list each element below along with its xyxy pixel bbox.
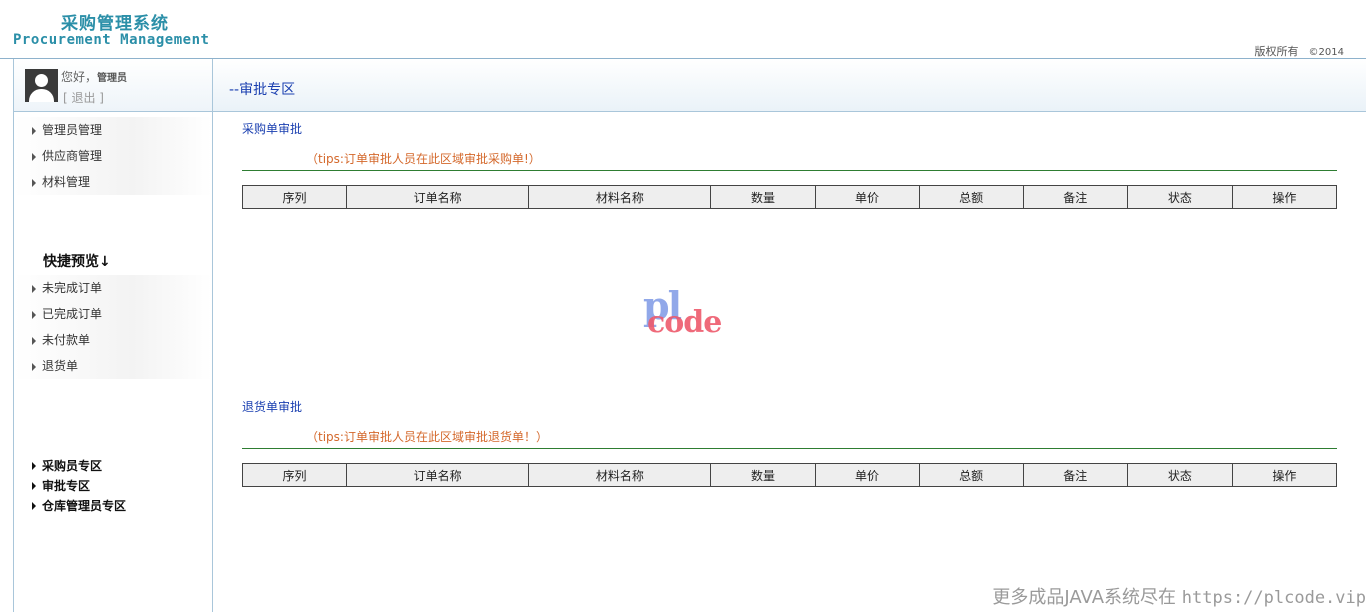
- zone-menu: 采购员专区 审批专区 仓库管理员专区: [14, 456, 212, 516]
- quick-preview-title: 快捷预览↓: [43, 254, 111, 270]
- zone-item-approval[interactable]: 审批专区: [14, 476, 212, 496]
- purchase-table: 序列 订单名称 材料名称 数量 单价 总额 备注 状态 操作: [241, 185, 1338, 209]
- page-title: --审批专区: [229, 82, 296, 98]
- col-header-unit-price[interactable]: 单价: [814, 463, 920, 487]
- col-header-total[interactable]: 总额: [918, 185, 1024, 209]
- sidebar-item-label: 已完成订单: [42, 307, 103, 321]
- col-header-status[interactable]: 状态: [1126, 463, 1233, 487]
- caret-right-icon: [32, 311, 36, 319]
- content-area: --审批专区 采购单审批 （tips:订单审批人员在此区域审批采购单!） 序列 …: [213, 59, 1366, 612]
- zone-item-label: 采购员专区: [42, 459, 103, 473]
- caret-right-icon: [32, 502, 36, 510]
- sidebar-item-unpaid[interactable]: 未付款单: [14, 327, 212, 353]
- col-header-seq[interactable]: 序列: [241, 185, 348, 209]
- col-header-action[interactable]: 操作: [1231, 463, 1338, 487]
- caret-right-icon: [32, 127, 36, 135]
- user-greeting: 您好，管理员: [61, 68, 127, 85]
- zone-item-warehouse[interactable]: 仓库管理员专区: [14, 496, 212, 516]
- purchase-approval-title: 采购单审批: [242, 122, 303, 136]
- caret-right-icon: [32, 337, 36, 345]
- user-box: 您好，管理员 [ 退出 ]: [14, 59, 212, 112]
- caret-right-icon: [32, 482, 36, 490]
- sidebar: 您好，管理员 [ 退出 ] 管理员管理 供应商管理 材料管理 快捷预览↓ 未完成…: [14, 59, 213, 612]
- table-header-row: 序列 订单名称 材料名称 数量 单价 总额 备注 状态 操作: [241, 185, 1338, 209]
- col-header-seq[interactable]: 序列: [241, 463, 348, 487]
- sidebar-item-label: 未完成订单: [42, 281, 103, 295]
- col-header-unit-price[interactable]: 单价: [814, 185, 920, 209]
- col-header-remark[interactable]: 备注: [1022, 185, 1128, 209]
- footer-watermark: 更多成品JAVA系统尽在 https://plcode.vip: [992, 583, 1366, 609]
- watermark-logo: pl code: [643, 283, 743, 343]
- content-header: --审批专区: [213, 59, 1366, 112]
- sidebar-item-label: 材料管理: [42, 175, 91, 189]
- col-header-action[interactable]: 操作: [1231, 185, 1338, 209]
- user-name: 管理员: [97, 73, 128, 84]
- col-header-remark[interactable]: 备注: [1022, 463, 1128, 487]
- col-header-quantity[interactable]: 数量: [710, 185, 816, 209]
- sidebar-item-returns[interactable]: 退货单: [14, 353, 212, 379]
- app-title-cn: 采购管理系统: [61, 14, 169, 34]
- footer-url: https://plcode.vip: [1181, 588, 1366, 608]
- page-header: 采购管理系统 Procurement Management 版权所有 ©2014: [0, 0, 1366, 59]
- logout-link[interactable]: [ 退出 ]: [63, 89, 104, 106]
- table-header-row: 序列 订单名称 材料名称 数量 单价 总额 备注 状态 操作: [241, 463, 1338, 487]
- caret-right-icon: [32, 363, 36, 371]
- watermark-text-code: code: [647, 305, 722, 340]
- purchase-tips: （tips:订单审批人员在此区域审批采购单!）: [306, 152, 541, 166]
- sidebar-item-label: 未付款单: [42, 333, 91, 347]
- sidebar-item-unfinished-orders[interactable]: 未完成订单: [14, 275, 212, 301]
- greeting-text: 您好，: [61, 70, 98, 84]
- col-header-material-name[interactable]: 材料名称: [528, 185, 712, 209]
- col-header-status[interactable]: 状态: [1126, 185, 1233, 209]
- zone-item-purchaser[interactable]: 采购员专区: [14, 456, 212, 476]
- sidebar-item-finished-orders[interactable]: 已完成订单: [14, 301, 212, 327]
- divider: [242, 170, 1337, 171]
- copyright-year: ©2014: [1308, 47, 1344, 58]
- col-header-order-name[interactable]: 订单名称: [346, 463, 530, 487]
- sidebar-item-admin-management[interactable]: 管理员管理: [14, 117, 212, 143]
- copyright: 版权所有 ©2014: [1255, 43, 1344, 59]
- return-table: 序列 订单名称 材料名称 数量 单价 总额 备注 状态 操作: [241, 463, 1338, 487]
- caret-right-icon: [32, 153, 36, 161]
- col-header-total[interactable]: 总额: [918, 463, 1024, 487]
- avatar-icon: [25, 69, 58, 102]
- sidebar-item-label: 管理员管理: [42, 123, 103, 137]
- sidebar-item-supplier-management[interactable]: 供应商管理: [14, 143, 212, 169]
- app-title-en: Procurement Management: [13, 32, 210, 48]
- col-header-order-name[interactable]: 订单名称: [346, 185, 530, 209]
- sidebar-menu: 管理员管理 供应商管理 材料管理: [14, 117, 212, 195]
- sidebar-item-label: 退货单: [42, 359, 79, 373]
- sidebar-item-material-management[interactable]: 材料管理: [14, 169, 212, 195]
- quick-preview-menu: 未完成订单 已完成订单 未付款单 退货单: [14, 275, 212, 379]
- col-header-quantity[interactable]: 数量: [710, 463, 816, 487]
- caret-right-icon: [32, 179, 36, 187]
- divider: [242, 448, 1337, 449]
- return-tips: （tips:订单审批人员在此区域审批退货单！）: [306, 430, 548, 444]
- zone-item-label: 审批专区: [42, 479, 91, 493]
- footer-text: 更多成品JAVA系统尽在: [992, 587, 1182, 608]
- zone-item-label: 仓库管理员专区: [42, 499, 127, 513]
- caret-right-icon: [32, 285, 36, 293]
- col-header-material-name[interactable]: 材料名称: [528, 463, 712, 487]
- return-approval-title: 退货单审批: [242, 400, 303, 414]
- copyright-text: 版权所有: [1254, 45, 1299, 58]
- sidebar-item-label: 供应商管理: [42, 149, 103, 163]
- caret-right-icon: [32, 462, 36, 470]
